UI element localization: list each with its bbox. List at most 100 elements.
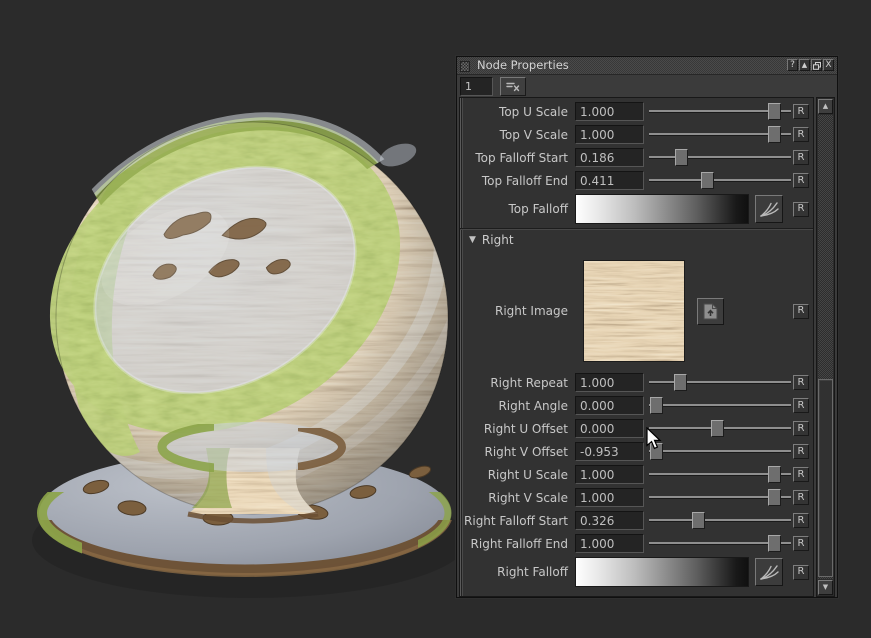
slider-right-falloff-end[interactable] <box>649 535 791 552</box>
slider-top-falloff-end[interactable] <box>649 172 791 189</box>
right-image-thumbnail[interactable] <box>583 260 685 362</box>
help-button[interactable]: ? <box>787 59 798 71</box>
row-right-repeat: Right Repeat R <box>460 371 813 394</box>
reset-top-falloff-button[interactable]: R <box>793 202 809 217</box>
scroll-up-button[interactable]: ▲ <box>818 99 833 114</box>
restore-button[interactable] <box>811 59 822 71</box>
slider-right-v-offset[interactable] <box>649 443 791 460</box>
slider-top-falloff-start[interactable] <box>649 149 791 166</box>
input-right-repeat[interactable] <box>575 373 644 392</box>
slider-right-u-offset[interactable] <box>649 420 791 437</box>
input-right-u-offset[interactable] <box>575 419 644 438</box>
curves-icon <box>759 201 779 218</box>
input-right-v-scale[interactable] <box>575 488 644 507</box>
slider-handle-top-falloff-start[interactable] <box>675 149 688 166</box>
row-right-v-scale: Right V Scale R <box>460 486 813 509</box>
slider-handle-right-falloff-start[interactable] <box>692 512 705 529</box>
reset-right-repeat[interactable]: R <box>793 375 809 390</box>
reset-right-image-button[interactable]: R <box>793 304 809 319</box>
slider-track-right-angle <box>649 404 791 406</box>
reset-right-angle[interactable]: R <box>793 398 809 413</box>
top-section-rows: Top U Scale R Top V Scale R Top Falloff … <box>460 100 813 192</box>
edit-top-falloff-curve-button[interactable] <box>755 195 783 223</box>
label-right-v-scale: Right V Scale <box>460 491 572 505</box>
edit-right-falloff-curve-button[interactable] <box>755 558 783 586</box>
slider-handle-top-v-scale[interactable] <box>768 126 781 143</box>
row-right-falloff-end: Right Falloff End R <box>460 532 813 555</box>
reset-top-falloff-start[interactable]: R <box>793 150 809 165</box>
section-title: Right <box>482 233 514 247</box>
slider-top-v-scale[interactable] <box>649 126 791 143</box>
reset-top-falloff-end[interactable]: R <box>793 173 809 188</box>
row-right-u-scale: Right U Scale R <box>460 463 813 486</box>
chevron-down-icon[interactable]: ▼ <box>469 235 476 245</box>
right-section-rows: Right Repeat R Right Angle R Right U Off… <box>460 371 813 555</box>
slider-right-repeat[interactable] <box>649 374 791 391</box>
slider-handle-right-v-scale[interactable] <box>768 489 781 506</box>
slider-handle-right-falloff-end[interactable] <box>768 535 781 552</box>
scrollbar-track[interactable] <box>818 115 833 579</box>
scrollbar-thumb[interactable] <box>818 379 833 576</box>
label-right-v-offset: Right V Offset <box>460 445 572 459</box>
panel-titlebar[interactable]: Node Properties ? ▲ X <box>457 57 837 75</box>
node-properties-panel: Node Properties ? ▲ X <box>456 56 838 598</box>
vertical-scrollbar[interactable]: ▲ ▼ <box>816 97 835 597</box>
row-right-falloff-start: Right Falloff Start R <box>460 509 813 532</box>
reset-right-falloff-end[interactable]: R <box>793 536 809 551</box>
section-header-right[interactable]: ▼ Right <box>460 228 813 251</box>
label-right-u-scale: Right U Scale <box>460 468 572 482</box>
input-top-u-scale[interactable] <box>575 102 644 121</box>
slider-track-top-falloff-end <box>649 179 791 181</box>
curves-icon <box>759 564 779 581</box>
grip-icon[interactable] <box>460 61 470 72</box>
lines-x-icon <box>506 82 520 92</box>
node-count-input[interactable] <box>460 77 493 96</box>
reset-top-v-scale[interactable]: R <box>793 127 809 142</box>
top-falloff-gradient-bar <box>575 194 749 224</box>
reset-right-u-offset[interactable]: R <box>793 421 809 436</box>
input-top-falloff-end[interactable] <box>575 171 644 190</box>
slider-handle-right-v-offset[interactable] <box>650 443 663 460</box>
slider-handle-top-falloff-end[interactable] <box>701 172 714 189</box>
panel-toolbar <box>457 75 837 98</box>
close-button[interactable]: X <box>823 59 834 71</box>
slider-right-angle[interactable] <box>649 397 791 414</box>
load-image-icon <box>703 303 718 320</box>
row-right-angle: Right Angle R <box>460 394 813 417</box>
slider-track-right-falloff-start <box>649 519 791 521</box>
slider-handle-right-repeat[interactable] <box>674 374 687 391</box>
label-right-image: Right Image <box>460 304 572 318</box>
reset-right-falloff-button[interactable]: R <box>793 565 809 580</box>
slider-handle-right-angle[interactable] <box>650 397 663 414</box>
slider-track-top-falloff-start <box>649 156 791 158</box>
row-top-v-scale: Top V Scale R <box>460 123 813 146</box>
input-right-falloff-start[interactable] <box>575 511 644 530</box>
scroll-down-button[interactable]: ▼ <box>818 580 833 595</box>
reset-right-u-scale[interactable]: R <box>793 467 809 482</box>
slider-right-v-scale[interactable] <box>649 489 791 506</box>
input-top-v-scale[interactable] <box>575 125 644 144</box>
label-top-falloff-end: Top Falloff End <box>460 174 572 188</box>
row-top-falloff-end: Top Falloff End R <box>460 169 813 192</box>
slider-top-u-scale[interactable] <box>649 103 791 120</box>
reset-right-v-offset[interactable]: R <box>793 444 809 459</box>
load-image-button[interactable] <box>697 298 724 325</box>
slider-handle-right-u-scale[interactable] <box>768 466 781 483</box>
reset-right-v-scale[interactable]: R <box>793 490 809 505</box>
slider-right-falloff-start[interactable] <box>649 512 791 529</box>
slider-track-right-v-offset <box>649 450 791 452</box>
reset-top-u-scale[interactable]: R <box>793 104 809 119</box>
input-right-falloff-end[interactable] <box>575 534 644 553</box>
slider-right-u-scale[interactable] <box>649 466 791 483</box>
input-right-v-offset[interactable] <box>575 442 644 461</box>
slider-handle-right-u-offset[interactable] <box>711 420 724 437</box>
slider-handle-top-u-scale[interactable] <box>768 103 781 120</box>
input-right-u-scale[interactable] <box>575 465 644 484</box>
collapse-button[interactable]: ▲ <box>799 59 810 71</box>
clear-nodes-button[interactable] <box>500 77 526 96</box>
label-top-v-scale: Top V Scale <box>460 128 572 142</box>
row-right-v-offset: Right V Offset R <box>460 440 813 463</box>
reset-right-falloff-start[interactable]: R <box>793 513 809 528</box>
input-top-falloff-start[interactable] <box>575 148 644 167</box>
input-right-angle[interactable] <box>575 396 644 415</box>
